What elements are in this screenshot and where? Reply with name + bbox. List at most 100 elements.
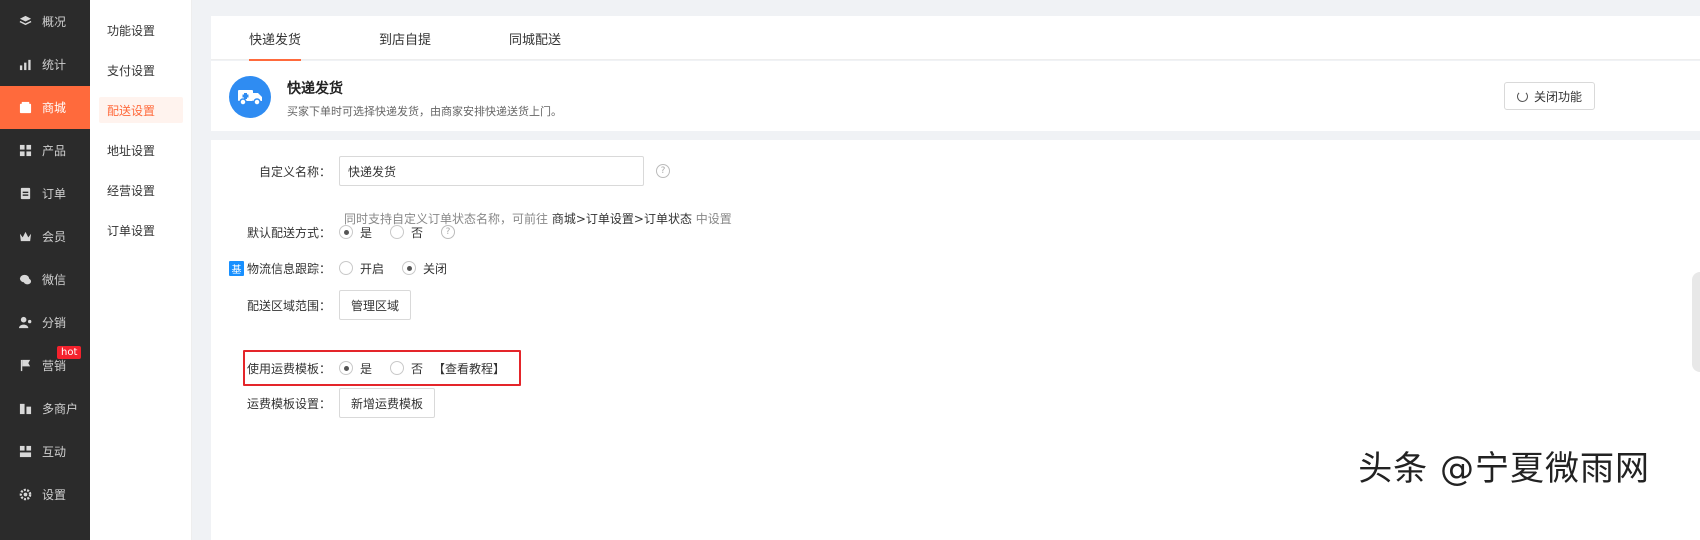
subnav-label: 功能设置	[107, 23, 156, 38]
base-badge: 基	[228, 260, 244, 276]
radio-label: 是	[360, 361, 373, 376]
nav-label: 产品	[42, 144, 67, 158]
logistics-off-radio[interactable]: 关闭	[402, 260, 447, 277]
custom-name-row: 自定义名称： 快递发货 ?	[211, 156, 670, 186]
new-template-button[interactable]: 新增运费模板	[339, 388, 436, 418]
tab-pickup[interactable]: 到店自提	[379, 16, 431, 60]
template-setting-label: 运费模板设置：	[246, 396, 331, 411]
nav-item-settings[interactable]: 设置	[0, 473, 90, 516]
freight-template-label: 使用运费模板：	[246, 361, 331, 376]
nav-item-member[interactable]: 会员	[0, 215, 90, 258]
radio-dot	[339, 261, 353, 275]
layers-icon	[18, 15, 32, 29]
radio-dot	[402, 261, 417, 275]
merchant-icon	[18, 402, 32, 416]
nav-label: 互动	[42, 445, 67, 459]
subnav-label: 支付设置	[107, 63, 156, 78]
subnav-item-order[interactable]: 订单设置	[90, 210, 191, 250]
nav-label: 营销	[42, 359, 67, 373]
template-no-radio[interactable]: 否	[390, 360, 423, 377]
close-feature-button[interactable]: 关闭功能	[1503, 82, 1595, 110]
nav-item-order[interactable]: 订单	[0, 172, 90, 215]
default-delivery-label: 默认配送方式：	[246, 225, 331, 240]
hot-badge: hot	[57, 346, 82, 359]
help-icon[interactable]: ?	[656, 164, 670, 178]
nav-item-shop[interactable]: 商城	[0, 86, 90, 129]
user-share-icon	[18, 316, 32, 330]
subnav-item-delivery[interactable]: 配送设置	[99, 97, 183, 123]
tab-express[interactable]: 快递发货	[249, 16, 302, 61]
freight-template-row: 使用运费模板： 是 否 【查看教程】	[211, 360, 505, 376]
nav-item-wechat[interactable]: 微信	[0, 258, 90, 301]
nav-label: 多商户	[42, 402, 79, 416]
flag-icon	[18, 359, 32, 373]
nav-item-stats[interactable]: 统计	[0, 43, 90, 86]
template-yes-radio[interactable]: 是	[339, 360, 372, 377]
hint-path-link[interactable]: 商城>订单设置>订单状态	[552, 212, 692, 226]
subnav-label: 订单设置	[107, 223, 156, 238]
radio-label: 否	[411, 361, 424, 376]
logistics-row: 基 物流信息跟踪： 开启 关闭	[211, 260, 465, 276]
radio-dot	[390, 361, 405, 375]
subnav-label: 经营设置	[107, 183, 156, 198]
nav-label: 分销	[42, 316, 67, 330]
radio-label: 是	[360, 225, 373, 240]
nav-item-multi-merchant[interactable]: 多商户	[0, 387, 90, 430]
nav-item-marketing[interactable]: 营销 hot	[0, 344, 90, 387]
tab-label: 同城配送	[509, 32, 562, 48]
subnav-item-payment[interactable]: 支付设置	[90, 50, 191, 90]
interact-icon	[18, 445, 32, 459]
radio-label: 开启	[360, 261, 385, 276]
nav-label: 订单	[42, 187, 67, 201]
template-setting-row: 运费模板设置： 新增运费模板	[211, 388, 436, 418]
logistics-on-radio[interactable]: 开启	[339, 260, 384, 277]
nav-item-overview[interactable]: 概况	[0, 0, 90, 43]
tab-label: 快递发货	[249, 32, 302, 48]
nav-item-distribution[interactable]: 分销	[0, 301, 90, 344]
radio-dot	[390, 225, 405, 239]
wechat-icon	[18, 273, 32, 287]
custom-name-input[interactable]: 快递发货	[339, 156, 644, 186]
nav-item-interact[interactable]: 互动	[0, 430, 90, 473]
radio-label: 关闭	[423, 261, 448, 276]
radio-dot	[339, 361, 353, 375]
view-tutorial-link[interactable]: 【查看教程】	[433, 360, 505, 377]
grid-icon	[18, 144, 32, 158]
nav-label: 设置	[42, 488, 67, 502]
subnav-label: 地址设置	[107, 143, 156, 158]
main-nav: 概况 统计 商城 产品 订单 会员 微信 分销 营销 hot 多商户 互动 设置	[0, 0, 90, 540]
shop-icon	[18, 101, 32, 115]
nav-item-product[interactable]: 产品	[0, 129, 90, 172]
nav-label: 概况	[42, 15, 67, 29]
logistics-label-wrap: 基 物流信息跟踪：	[211, 260, 339, 277]
default-no-radio[interactable]: 否	[390, 224, 423, 241]
order-icon	[18, 187, 32, 201]
default-delivery-row: 默认配送方式： 是 否 ?	[211, 224, 456, 241]
custom-name-label: 自定义名称：	[258, 164, 331, 179]
nav-label: 商城	[42, 101, 67, 115]
subnav-label: 配送设置	[107, 103, 156, 118]
logistics-label: 物流信息跟踪：	[246, 261, 331, 276]
region-label: 配送区域范围：	[246, 298, 331, 313]
nav-label: 微信	[42, 273, 67, 287]
help-icon[interactable]: ?	[441, 225, 456, 239]
subnav-item-function[interactable]: 功能设置	[90, 10, 191, 50]
tab-local-delivery[interactable]: 同城配送	[509, 16, 561, 60]
crown-icon	[18, 230, 32, 244]
region-row: 配送区域范围： 管理区域	[211, 290, 412, 320]
close-feature-label: 关闭功能	[1533, 89, 1582, 104]
radio-label: 否	[411, 225, 424, 240]
default-yes-radio[interactable]: 是	[339, 224, 372, 241]
subnav-item-address[interactable]: 地址设置	[90, 130, 191, 170]
nav-label: 会员	[42, 230, 67, 244]
side-scroll-handle[interactable]	[1692, 272, 1700, 372]
gear-icon	[18, 488, 32, 502]
power-icon	[1516, 90, 1528, 102]
tab-label: 到店自提	[379, 32, 432, 48]
truck-icon	[229, 76, 271, 118]
page-description: 买家下单时可选择快递发货，由商家安排快递送货上门。	[287, 105, 562, 118]
chart-icon	[18, 58, 32, 72]
delivery-tabs: 快递发货 到店自提 同城配送	[211, 16, 1700, 61]
subnav-item-business[interactable]: 经营设置	[90, 170, 191, 210]
manage-region-button[interactable]: 管理区域	[339, 290, 412, 320]
